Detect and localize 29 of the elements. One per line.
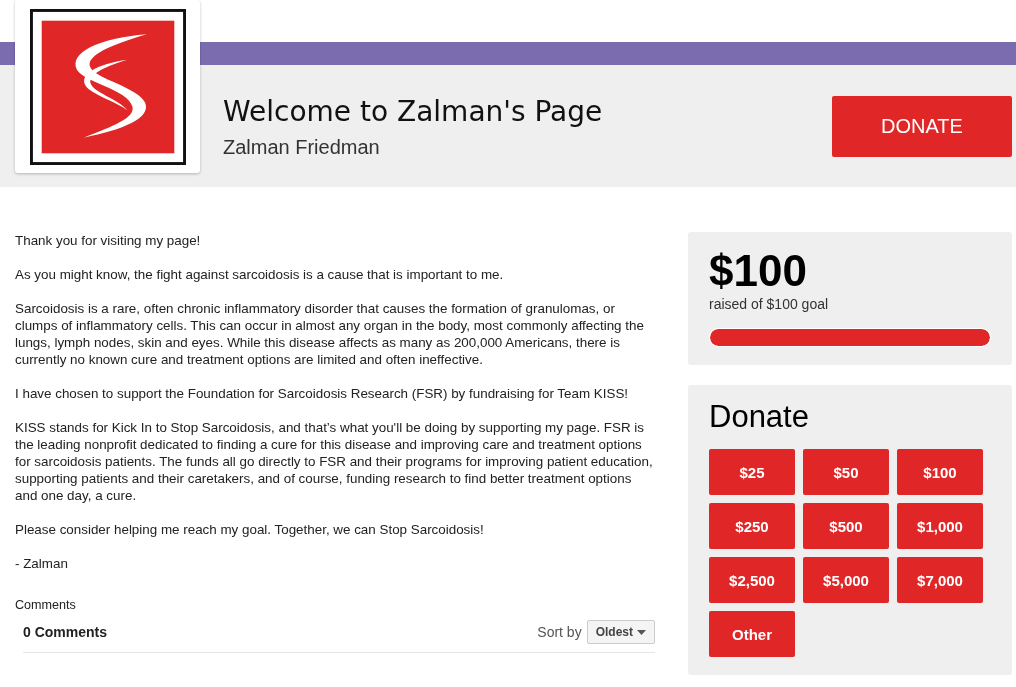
story-paragraph: KISS stands for Kick In to Stop Sarcoidosis, and that’s what you'll be doing by supporting my page. FSR is the leading nonprofit dedicated to finding a cure for this disease and improving care and treatment options for sarcoidosis patients. The funds all go directly to FSR and their programs for improving patient education, supporting patients and their caretakers, and of course, funding research to find better treatment options and one day, a cure. bbox=[15, 419, 654, 504]
amount-button[interactable]: $25 bbox=[709, 449, 795, 495]
fundraiser-name: Zalman Friedman bbox=[223, 135, 381, 159]
logo-icon bbox=[29, 8, 186, 165]
donate-heading: Donate bbox=[709, 399, 810, 435]
amount-button[interactable]: $2,500 bbox=[709, 557, 795, 603]
amount-button[interactable]: $5,000 bbox=[803, 557, 889, 603]
amount-button[interactable]: $1,000 bbox=[897, 503, 983, 549]
sort-dropdown[interactable]: Oldest bbox=[586, 620, 655, 644]
donate-button[interactable]: DONATE bbox=[832, 95, 1012, 157]
amount-button[interactable]: $7,000 bbox=[897, 557, 983, 603]
amount-button[interactable]: $100 bbox=[897, 449, 983, 495]
story-paragraph: Thank you for visiting my page! bbox=[15, 232, 202, 249]
amount-button[interactable]: Other bbox=[709, 611, 795, 657]
story-paragraph: Please consider helping me reach my goal. Together, we can Stop Sarcoidosis! bbox=[15, 521, 485, 538]
raised-amount: $100 bbox=[709, 246, 808, 296]
comments-heading: Comments bbox=[15, 598, 77, 612]
goal-caption: raised of $100 goal bbox=[709, 296, 830, 312]
page-title: Welcome to Zalman's Page bbox=[223, 93, 604, 130]
amount-button[interactable]: $250 bbox=[709, 503, 795, 549]
amount-button[interactable]: $50 bbox=[803, 449, 889, 495]
story-paragraph: As you might know, the fight against sarcoidosis is a cause that is important to me. bbox=[15, 266, 505, 283]
caret-icon bbox=[637, 629, 646, 635]
amount-button[interactable]: $500 bbox=[803, 503, 889, 549]
story-paragraph: I have chosen to support the Foundation for Sarcoidosis Research (FSR) by fundraising for Team KISS! bbox=[15, 385, 630, 402]
sort-label: Sort by bbox=[537, 624, 582, 640]
story-paragraph: - Zalman bbox=[15, 555, 69, 572]
comment-count: 0 Comments bbox=[23, 624, 108, 640]
story-paragraph: Sarcoidosis is a rare, often chronic inflammatory disorder that causes the formation of granulomas, or clumps of inflammatory cells. This can occur in almost any organ in the body, most commonly affecting the lungs, lymph nodes, skin and eyes. While this disease affects as many as 200,000 Americans, there is currently no known cure and treatment options are limited and often ineffective. bbox=[15, 300, 645, 368]
